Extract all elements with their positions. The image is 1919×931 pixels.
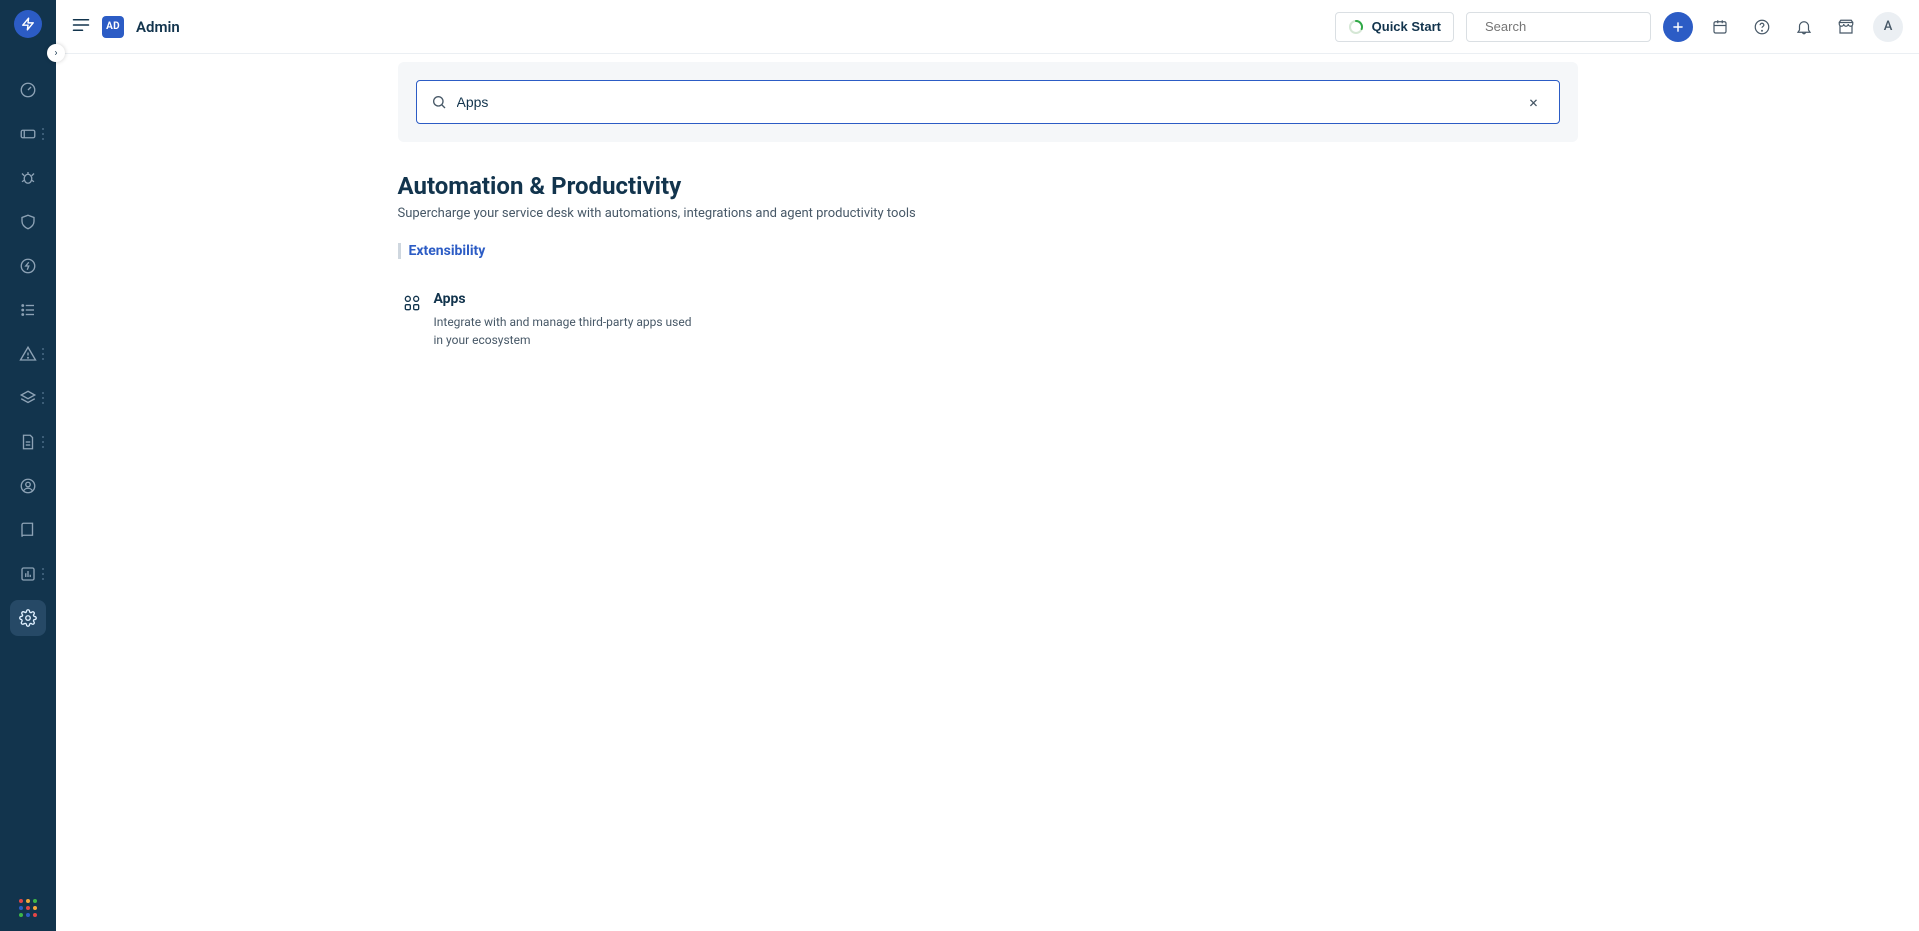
list-icon [19,301,37,319]
hamburger-menu-button[interactable] [72,17,90,36]
page-title: Admin [136,18,180,36]
settings-card-apps[interactable]: Apps Integrate with and manage third-par… [398,287,698,353]
quick-start-button[interactable]: Quick Start [1335,12,1454,42]
content: × Automation & Productivity Supercharge … [56,54,1919,931]
book-icon [19,521,37,539]
sidebar-item-releases[interactable] [10,248,46,284]
app-launcher-button[interactable] [19,899,37,917]
help-button[interactable] [1747,12,1777,42]
settings-search-wrap: × [398,62,1578,142]
lightning-icon [21,17,35,31]
person-circle-icon [19,477,37,495]
ticket-icon [19,125,37,143]
storefront-icon [1837,18,1855,36]
settings-search-input[interactable] [457,94,1513,110]
document-icon [19,433,37,451]
shield-icon [19,213,37,231]
plus-icon [1671,20,1685,34]
bar-chart-icon [19,565,37,583]
bell-icon [1795,18,1813,36]
sidebar-item-alerts[interactable] [10,336,46,372]
calendar-icon [1711,18,1729,36]
sidebar-item-solutions[interactable] [10,512,46,548]
sidebar-bottom [19,899,37,917]
calendar-button[interactable] [1705,12,1735,42]
left-sidebar: › [0,0,56,931]
card-title: Apps [434,291,694,307]
sidebar-item-contracts[interactable] [10,424,46,460]
section-subtitle: Supercharge your service desk with autom… [398,206,1578,221]
bolt-circle-icon [19,257,37,275]
hamburger-icon [72,18,90,32]
submenu-indicator-icon [42,436,44,448]
alert-triangle-icon [19,345,37,363]
main-area: AD Admin Quick Start [56,0,1919,931]
section-title: Automation & Productivity [398,172,1578,200]
sidebar-item-reports[interactable] [10,556,46,592]
topbar: AD Admin Quick Start [56,0,1919,54]
new-button[interactable] [1663,12,1693,42]
submenu-indicator-icon [42,348,44,360]
sidebar-item-changes[interactable] [10,204,46,240]
chevron-right-icon: › [54,48,57,59]
marketplace-button[interactable] [1831,12,1861,42]
global-search[interactable] [1466,12,1651,42]
submenu-indicator-icon [42,568,44,580]
help-circle-icon [1753,18,1771,36]
workspace-badge: AD [102,16,124,38]
sidebar-item-settings[interactable] [10,600,46,636]
settings-search-field[interactable]: × [416,80,1560,124]
sidebar-item-tasks[interactable] [10,292,46,328]
apps-grid-icon [402,293,422,313]
gauge-icon [19,81,37,99]
sidebar-expand-toggle[interactable]: › [47,44,65,62]
submenu-indicator-icon [42,128,44,140]
notifications-button[interactable] [1789,12,1819,42]
card-description: Integrate with and manage third-party ap… [434,313,694,349]
sidebar-item-assets[interactable] [10,380,46,416]
close-icon: × [1529,93,1538,112]
bug-icon [19,169,37,187]
global-search-input[interactable] [1485,19,1661,34]
app-logo[interactable] [14,10,42,38]
gear-icon [19,609,37,627]
group-label-extensibility: Extensibility [398,243,1578,259]
quick-start-label: Quick Start [1372,19,1441,34]
submenu-indicator-icon [42,392,44,404]
progress-ring-icon [1348,19,1364,35]
side-nav [0,72,56,636]
sidebar-item-tickets[interactable] [10,116,46,152]
clear-search-button[interactable]: × [1523,91,1545,113]
sidebar-item-problems[interactable] [10,160,46,196]
user-avatar[interactable]: A [1873,12,1903,42]
sidebar-item-people[interactable] [10,468,46,504]
layers-icon [19,389,37,407]
search-icon [431,94,447,110]
sidebar-item-dashboard[interactable] [10,72,46,108]
